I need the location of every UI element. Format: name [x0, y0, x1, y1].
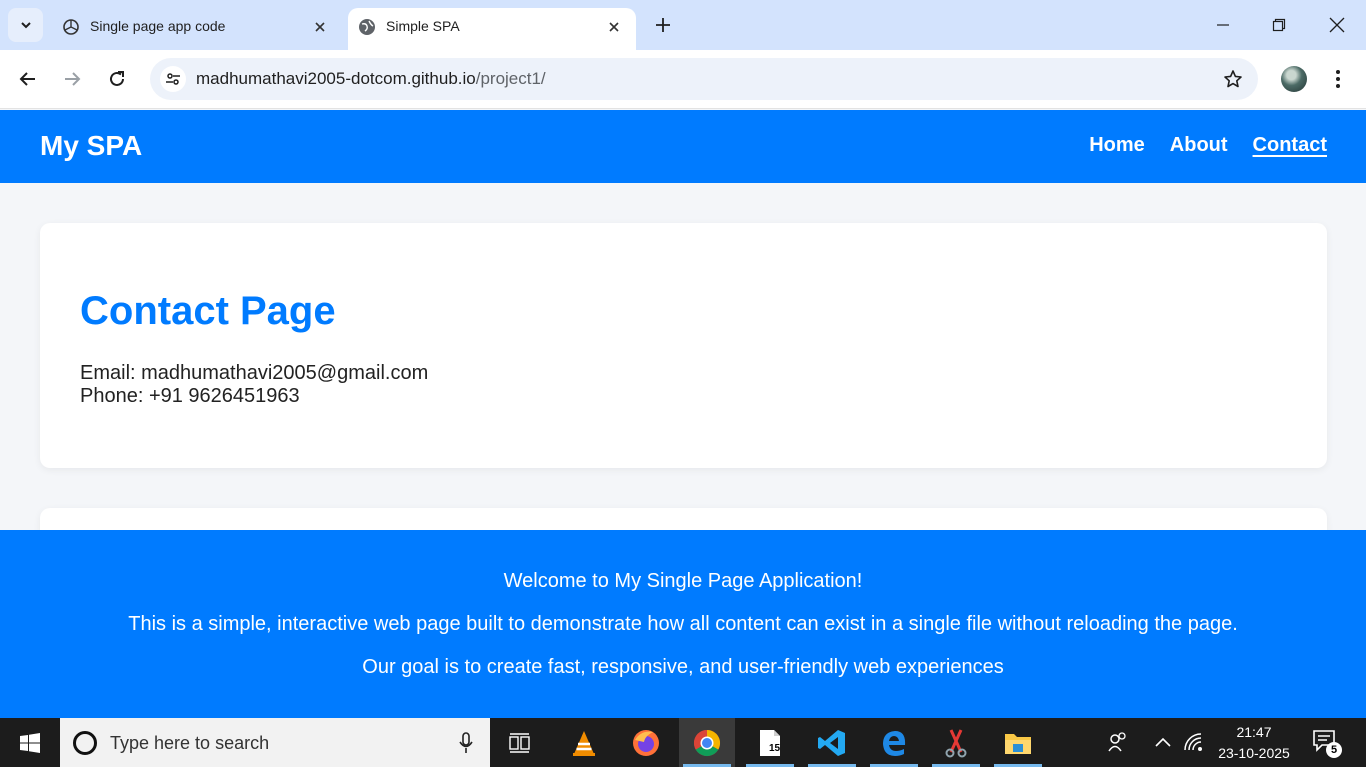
address-bar[interactable]: madhumathavi2005-dotcom.github.io/projec… [150, 58, 1258, 100]
url-path: /project1/ [475, 69, 546, 88]
arrow-left-icon [19, 72, 35, 86]
nav-link-home[interactable]: Home [1089, 134, 1145, 157]
chevron-down-icon [20, 22, 31, 29]
site-nav: Home About Contact [1089, 134, 1327, 157]
wifi-icon [1184, 733, 1202, 751]
tab-search-button[interactable] [8, 8, 43, 42]
folder-icon [1005, 733, 1031, 754]
plus-icon [656, 18, 670, 32]
task-view-button[interactable] [492, 718, 548, 767]
show-hidden-icons-button[interactable] [1151, 730, 1175, 754]
footer-description: This is a simple, interactive web page b… [128, 613, 1238, 635]
star-icon [1224, 70, 1242, 88]
microphone-icon[interactable] [458, 731, 474, 755]
reload-icon [110, 71, 124, 86]
site-info-button[interactable] [160, 66, 186, 92]
globe-icon [359, 19, 375, 35]
notification-count-badge: 5 [1326, 742, 1342, 758]
system-clock[interactable]: 21:47 23-10-2025 [1212, 722, 1296, 764]
minimize-icon [1217, 24, 1229, 26]
windows-logo-icon [20, 732, 40, 753]
bookmark-button[interactable] [1222, 68, 1244, 90]
firefox-icon [633, 729, 659, 756]
clock-time: 21:47 [1236, 724, 1272, 740]
site-brand[interactable]: My SPA [40, 130, 142, 162]
chrome-icon [693, 729, 721, 756]
browser-tab-strip: Single page app code Simple SPA [0, 0, 1366, 50]
contact-card: Contact Page Email: madhumathavi2005@gma… [40, 223, 1327, 468]
arrow-right-icon [65, 72, 81, 86]
close-tab-button[interactable] [604, 17, 624, 37]
nav-link-about[interactable]: About [1170, 134, 1228, 157]
url-text[interactable]: madhumathavi2005-dotcom.github.io/projec… [196, 69, 546, 89]
people-button[interactable] [1106, 730, 1130, 754]
url-host: madhumathavi2005-dotcom.github.io [196, 69, 476, 88]
taskbar-vscode[interactable] [804, 718, 860, 767]
minimize-button[interactable] [1208, 10, 1238, 40]
footer-welcome: Welcome to My Single Page Application! [503, 570, 863, 592]
edge-icon [883, 730, 906, 756]
contact-phone: Phone: +91 9626451963 [80, 385, 300, 407]
site-footer: Welcome to My Single Page Application! T… [0, 530, 1366, 718]
tune-icon [166, 73, 180, 85]
clock-date: 23-10-2025 [1218, 745, 1290, 761]
snipping-tool-icon [945, 728, 967, 757]
close-icon [1329, 17, 1345, 33]
page-title: Contact Page [80, 289, 336, 333]
vscode-icon [818, 729, 845, 756]
more-vert-icon [1336, 70, 1340, 88]
taskbar-search[interactable]: Type here to search [60, 718, 490, 767]
notepad-badge: 15 [769, 743, 781, 754]
action-center-button[interactable]: 5 [1312, 728, 1342, 758]
tab-title: Single page app code [90, 18, 226, 34]
profile-avatar[interactable] [1281, 66, 1307, 92]
taskbar-notepad[interactable]: 15 [742, 718, 798, 767]
close-tab-button[interactable] [310, 17, 330, 37]
chevron-up-icon [1155, 737, 1171, 747]
taskbar-vlc[interactable] [556, 718, 612, 767]
footer-goal: Our goal is to create fast, responsive, … [362, 656, 1004, 678]
openai-icon [63, 19, 79, 35]
contact-email: Email: madhumathavi2005@gmail.com [80, 362, 429, 384]
restore-icon [1272, 18, 1286, 32]
cortana-icon [73, 731, 97, 755]
tab-simple-spa[interactable]: Simple SPA [348, 8, 636, 50]
back-button[interactable] [13, 64, 43, 94]
new-tab-button[interactable] [650, 12, 676, 38]
taskbar-edge[interactable] [866, 718, 922, 767]
nav-link-contact[interactable]: Contact [1253, 134, 1327, 157]
taskbar-snipping-tool[interactable] [928, 718, 984, 767]
reload-button[interactable] [102, 64, 132, 94]
close-icon [315, 22, 325, 32]
vlc-icon [573, 730, 595, 756]
taskbar-chrome[interactable] [679, 718, 735, 767]
windows-taskbar: Type here to search 15 21:47 23-10-2025 … [0, 718, 1366, 767]
task-view-icon [509, 732, 530, 753]
search-placeholder: Type here to search [110, 733, 270, 753]
network-button[interactable] [1182, 730, 1206, 754]
browser-menu-button[interactable] [1326, 64, 1350, 94]
close-icon [609, 22, 619, 32]
tab-title: Simple SPA [386, 18, 460, 34]
close-window-button[interactable] [1322, 10, 1352, 40]
start-button[interactable] [0, 718, 60, 767]
taskbar-file-explorer[interactable] [990, 718, 1046, 767]
tab-single-page-app-code[interactable]: Single page app code [52, 8, 342, 50]
taskbar-firefox[interactable] [618, 718, 674, 767]
people-icon [1108, 732, 1126, 752]
restore-button[interactable] [1264, 10, 1294, 40]
forward-button[interactable] [57, 64, 87, 94]
browser-toolbar: madhumathavi2005-dotcom.github.io/projec… [0, 50, 1366, 109]
site-header: My SPA Home About Contact [0, 110, 1366, 183]
